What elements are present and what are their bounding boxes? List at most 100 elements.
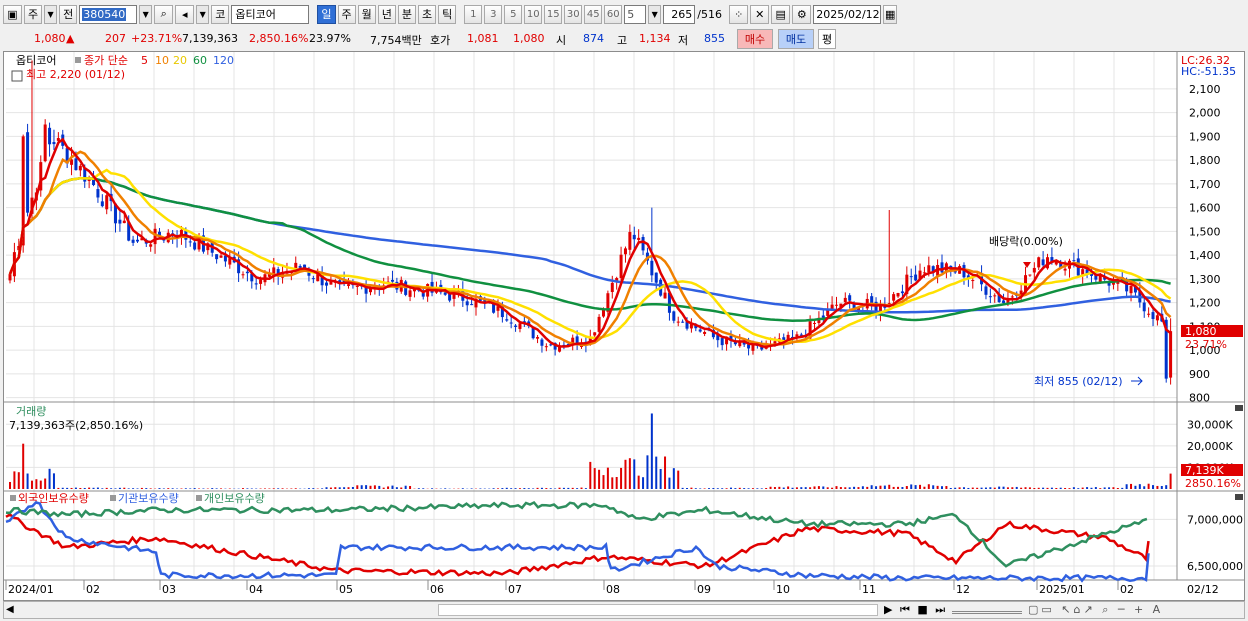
interval-10[interactable]: 10 [524, 4, 543, 24]
tab-tick[interactable]: 틱 [438, 4, 457, 24]
candle-body [294, 262, 298, 269]
prev-button[interactable]: 전 [59, 4, 78, 24]
search-icon[interactable]: ⌕ [154, 4, 174, 24]
zoom-slider[interactable] [952, 605, 1022, 614]
candle-body [623, 248, 627, 255]
period-select[interactable]: 주 [24, 4, 43, 24]
volume-bar [22, 443, 25, 489]
buy-button[interactable]: 매수 [737, 29, 773, 49]
count-dropdown-icon[interactable]: ▼ [648, 4, 662, 24]
interval-45[interactable]: 45 [584, 4, 603, 24]
volume-bar [1028, 487, 1031, 489]
sell-button[interactable]: 매도 [778, 29, 814, 49]
candle-body [993, 295, 997, 297]
volume-bar [558, 487, 561, 489]
date-input[interactable]: 2025/02/12 [813, 4, 882, 24]
tab-month[interactable]: 월 [357, 4, 376, 24]
volume-bar [140, 487, 143, 489]
volume-bar [1015, 486, 1018, 489]
eval-button[interactable]: 평 [818, 29, 836, 49]
volume-bar [461, 488, 464, 489]
current-price: 1,080 [34, 32, 66, 45]
hc-label: HC:-51.35 [1181, 65, 1236, 78]
hoga-label: 호가 [430, 34, 451, 47]
grid-icon[interactable]: ⁘ [729, 4, 749, 24]
bars-shown-input[interactable]: 265 [663, 4, 696, 24]
crosshair-icon[interactable]: ✕ [750, 4, 770, 24]
stock-code-input[interactable]: 380540 [79, 4, 138, 24]
gear-icon[interactable]: ⚙ [792, 4, 812, 24]
tab-second[interactable]: 초 [418, 4, 437, 24]
volume-bar [866, 486, 869, 489]
open-label: 시 [556, 34, 567, 47]
playback-controls[interactable]: ▶ ⏮ ■ ⏭ [884, 603, 947, 617]
volume-bar [699, 488, 702, 489]
volume-bar [787, 486, 790, 489]
tab-day[interactable]: 일 [317, 4, 336, 24]
volume-bar [1072, 487, 1075, 489]
interval-5[interactable]: 5 [504, 4, 523, 24]
ma10-legend: 10 [155, 54, 169, 67]
volume-bar [941, 486, 943, 489]
volume-bar [400, 487, 403, 489]
window-menu-icon[interactable]: ▣ [3, 4, 22, 24]
date-tick-label: 09 [697, 583, 711, 596]
holdings-lines [5, 500, 1150, 583]
save-icon[interactable]: ▤ [771, 4, 791, 24]
volume-bar [1108, 487, 1111, 489]
main-toolbar: ▣ 주 ▼ 전 380540 ▼ ⌕ ◂ ▼ 코 옵티코어 일 주 월 년 분 … [0, 0, 1248, 28]
speaker-dropdown-icon[interactable]: ▼ [196, 4, 210, 24]
candle-body [848, 295, 852, 301]
price-tick-label: 1,300 [1189, 273, 1221, 286]
volume-bar [496, 488, 499, 489]
drawing-tools[interactable]: ▢▭ ↖⌂↗ ⌕ ─ + A [1028, 603, 1163, 617]
tab-year[interactable]: 년 [377, 4, 396, 24]
interval-30[interactable]: 30 [564, 4, 583, 24]
candle-body [628, 232, 632, 250]
ma20-legend: 20 [173, 54, 187, 67]
volume-bar [791, 487, 794, 489]
candle-body [298, 265, 302, 268]
candle-body [795, 334, 799, 337]
candle-body [26, 132, 30, 213]
volume-bar [272, 488, 275, 489]
volume-bar [167, 488, 170, 489]
tab-week[interactable]: 주 [337, 4, 356, 24]
tab-minute[interactable]: 분 [397, 4, 416, 24]
candle-body [540, 339, 544, 346]
candle-body [1037, 257, 1041, 268]
count-input[interactable]: 5 [624, 4, 647, 24]
scroll-thumb[interactable] [438, 604, 878, 616]
market-button[interactable]: 코 [211, 4, 230, 24]
calendar-icon[interactable]: ▦ [883, 4, 898, 24]
interval-60[interactable]: 60 [604, 4, 623, 24]
volume-bar [193, 488, 196, 489]
bookmark-icon[interactable] [11, 70, 23, 82]
candle-body [122, 220, 126, 224]
interval-15[interactable]: 15 [544, 4, 563, 24]
volume-bar [145, 488, 148, 489]
volume-bar [879, 485, 882, 489]
speaker-icon[interactable]: ◂ [175, 4, 195, 24]
volume-bar [967, 487, 970, 489]
code-dropdown-icon[interactable]: ▼ [139, 4, 153, 24]
volume-bar [567, 487, 570, 489]
chart-scrollbar[interactable]: ◀ ▶ ⏮ ■ ⏭ ▢▭ ↖⌂↗ ⌕ ─ + A [3, 601, 1245, 619]
candle-body [1169, 331, 1173, 378]
open-price: 874 [583, 32, 604, 45]
scroll-left-icon[interactable]: ◀ [6, 604, 14, 615]
price-tick-label: 1,800 [1189, 154, 1221, 167]
volume-bar [962, 487, 965, 489]
chevron-down-icon[interactable]: ▼ [44, 4, 58, 24]
volume-bar [681, 487, 684, 489]
price-tick-label: 2,000 [1189, 107, 1221, 120]
chart-area[interactable]: 옵티코어 종가 단순 5 10 20 60 120 LC:26.32 HC:-5… [3, 51, 1245, 601]
interval-3[interactable]: 3 [484, 4, 503, 24]
interval-1[interactable]: 1 [464, 4, 483, 24]
stock-name-field[interactable]: 옵티코어 [231, 4, 310, 24]
volume-bar [998, 486, 1001, 489]
candle-body [259, 279, 263, 284]
volume-bar [782, 487, 785, 489]
volume-bar [738, 487, 741, 489]
volume-bar [602, 475, 605, 489]
